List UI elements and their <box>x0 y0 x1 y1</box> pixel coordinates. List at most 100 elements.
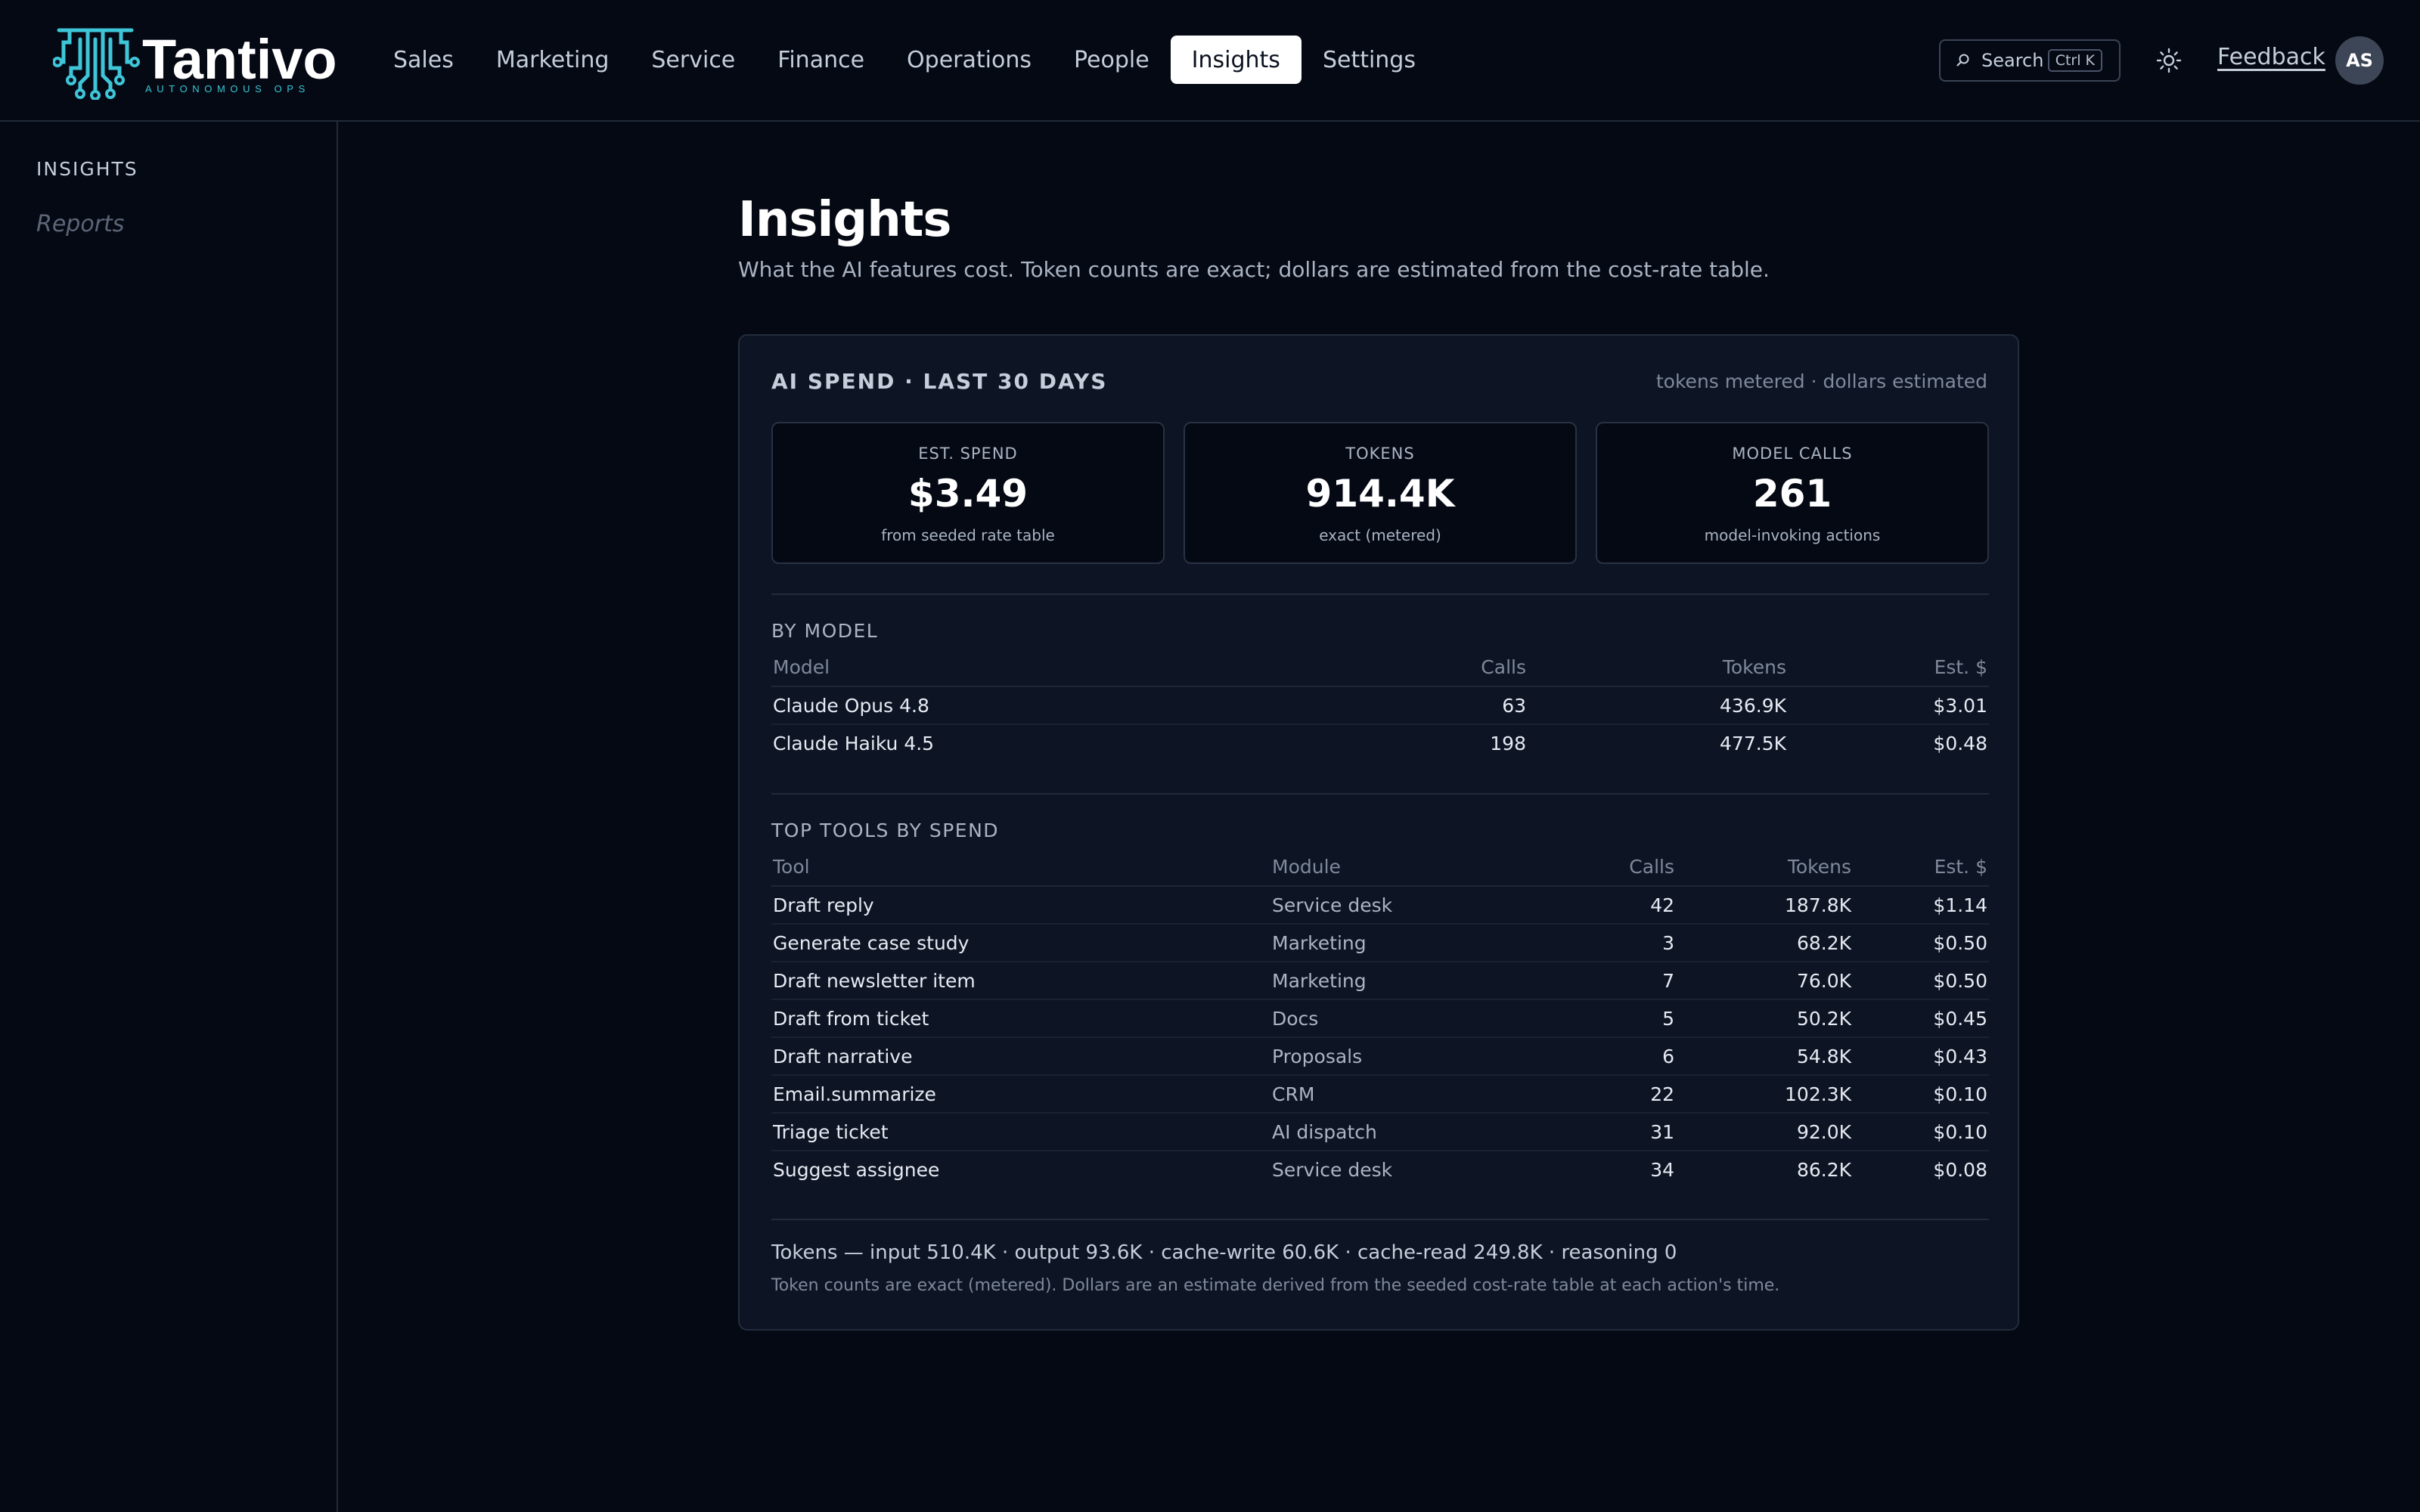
column-header: Module <box>1270 848 1497 887</box>
column-header: Tokens <box>1528 649 1788 687</box>
search-button[interactable]: Search Ctrl K <box>1939 39 2121 82</box>
user-avatar[interactable]: AS <box>2335 36 2384 85</box>
table-row: Generate case study Marketing 3 68.2K $0… <box>771 924 1989 962</box>
kpi-value: $3.49 <box>908 472 1028 516</box>
nav-item-service[interactable]: Service <box>630 36 756 84</box>
tool-name: Draft reply <box>771 886 1270 925</box>
tokens-cell: 50.2K <box>1676 999 1853 1038</box>
nav-item-marketing[interactable]: Marketing <box>475 36 631 84</box>
est-cost-cell: $0.50 <box>1853 924 1989 962</box>
kpi-label: EST. SPEND <box>918 445 1018 463</box>
model-name: Claude Opus 4.8 <box>771 686 1361 725</box>
nav-item-operations[interactable]: Operations <box>886 36 1053 84</box>
tokens-cell: 102.3K <box>1676 1075 1853 1114</box>
kpi-row: EST. SPEND $3.49 from seeded rate table … <box>771 422 1989 564</box>
table-row: Draft reply Service desk 42 187.8K $1.14 <box>771 886 1989 925</box>
brand-logo[interactable]: Tantivo AUTONOMOUS OPS <box>53 23 337 100</box>
module-cell: AI dispatch <box>1270 1113 1497 1151</box>
kpi-tokens: TOKENS 914.4K exact (metered) <box>1184 422 1577 564</box>
est-cost-cell: $0.48 <box>1933 733 1987 754</box>
table-row: Suggest assignee Service desk 34 86.2K $… <box>771 1151 1989 1188</box>
est-cost-cell: $0.50 <box>1853 962 1989 1000</box>
table-row: Draft newsletter item Marketing 7 76.0K … <box>771 962 1989 1000</box>
est-cost-cell: $3.01 <box>1788 686 1989 725</box>
table-header-row: Tool Module Calls Tokens Est. $ <box>771 848 1989 887</box>
tokens-cell: 92.0K <box>1676 1113 1853 1151</box>
nav-item-insights[interactable]: Insights <box>1170 36 1302 84</box>
nav-item-sales[interactable]: Sales <box>372 36 475 84</box>
tool-name: Draft from ticket <box>771 999 1270 1038</box>
feedback-link[interactable]: Feedback <box>2217 44 2325 70</box>
table-row: Email.summarize CRM 22 102.3K $0.10 <box>771 1075 1989 1114</box>
calls-cell: 5 <box>1497 999 1676 1038</box>
card-heading: AI SPEND · LAST 30 DAYS <box>771 369 1108 394</box>
est-cost-cell: $0.43 <box>1853 1037 1989 1076</box>
tokens-cell: 68.2K <box>1676 924 1853 962</box>
est-cost-cell: $0.45 <box>1853 999 1989 1038</box>
divider <box>771 793 1989 795</box>
sun-icon[interactable] <box>2155 47 2183 74</box>
module-cell: Proposals <box>1270 1037 1497 1076</box>
token-breakdown: Tokens — input 510.4K · output 93.6K · c… <box>771 1241 1677 1264</box>
tokens-cell: 436.9K <box>1528 686 1788 725</box>
top-navigation-bar: Tantivo AUTONOMOUS OPS Sales Marketing S… <box>0 0 2420 122</box>
est-cost-cell: $0.10 <box>1853 1113 1989 1151</box>
column-header: Model <box>771 649 1361 687</box>
kpi-value: 261 <box>1752 472 1832 516</box>
tokens-cell: 477.5K <box>1720 733 1786 754</box>
kpi-caption: from seeded rate table <box>881 526 1055 544</box>
table-row: Draft narrative Proposals 6 54.8K $0.43 <box>771 1037 1989 1076</box>
divider <box>771 593 1989 595</box>
tokens-cell: 86.2K <box>1796 1159 1851 1181</box>
kpi-value: 914.4K <box>1305 472 1455 516</box>
sidebar-item-reports[interactable]: Reports <box>36 211 124 237</box>
main-nav: Sales Marketing Service Finance Operatio… <box>372 36 1437 85</box>
search-shortcut-hint: Ctrl K <box>2047 49 2102 72</box>
calls-cell: 3 <box>1497 924 1676 962</box>
table-row: Claude Haiku 4.5 198 477.5K $0.48 <box>771 724 1989 762</box>
by-model-table: Model Calls Tokens Est. $ Claude Opus 4.… <box>771 649 1989 762</box>
kpi-est-spend: EST. SPEND $3.49 from seeded rate table <box>771 422 1165 564</box>
module-cell: Service desk <box>1270 886 1497 925</box>
calls-cell: 34 <box>1650 1159 1674 1181</box>
footnote: Token counts are exact (metered). Dollar… <box>771 1276 1780 1295</box>
table-row: Triage ticket AI dispatch 31 92.0K $0.10 <box>771 1113 1989 1151</box>
nav-item-settings[interactable]: Settings <box>1302 36 1437 84</box>
model-name: Claude Haiku 4.5 <box>773 733 935 754</box>
circuit-t-logo-icon <box>53 28 140 100</box>
divider <box>771 1219 1989 1220</box>
tool-name: Draft newsletter item <box>771 962 1270 1000</box>
sidebar-heading: INSIGHTS <box>36 158 138 180</box>
calls-cell: 31 <box>1497 1113 1676 1151</box>
module-cell: Marketing <box>1270 962 1497 1000</box>
module-cell: Docs <box>1270 999 1497 1038</box>
search-label: Search <box>1981 50 2044 71</box>
column-header: Calls <box>1361 649 1528 687</box>
table-row: Draft from ticket Docs 5 50.2K $0.45 <box>771 999 1989 1038</box>
page-title: Insights <box>738 192 951 248</box>
tool-name: Generate case study <box>771 924 1270 962</box>
nav-item-finance[interactable]: Finance <box>756 36 886 84</box>
est-cost-cell: $1.14 <box>1853 886 1989 925</box>
nav-item-people[interactable]: People <box>1053 36 1171 84</box>
card-note: tokens metered · dollars estimated <box>1655 370 1987 392</box>
tool-name: Draft narrative <box>771 1037 1270 1076</box>
tokens-cell: 187.8K <box>1676 886 1853 925</box>
sidebar: INSIGHTS Reports <box>0 122 338 1512</box>
brand-tagline: AUTONOMOUS OPS <box>145 83 310 94</box>
tokens-cell: 76.0K <box>1676 962 1853 1000</box>
module-cell: CRM <box>1270 1075 1497 1114</box>
by-model-title: BY MODEL <box>771 620 879 642</box>
table-row: Claude Opus 4.8 63 436.9K $3.01 <box>771 686 1989 725</box>
module-cell: Service desk <box>1272 1159 1393 1181</box>
top-tools-title: TOP TOOLS BY SPEND <box>771 820 1000 841</box>
est-cost-cell: $0.08 <box>1933 1159 1987 1181</box>
calls-cell: 63 <box>1361 686 1528 725</box>
column-header: Tokens <box>1676 848 1853 887</box>
calls-cell: 198 <box>1490 733 1526 754</box>
kpi-model-calls: MODEL CALLS 261 model-invoking actions <box>1596 422 1989 564</box>
column-header: Est. $ <box>1853 848 1989 887</box>
column-header: Est. $ <box>1788 649 1989 687</box>
column-header: Calls <box>1497 848 1676 887</box>
tool-name: Suggest assignee <box>773 1159 940 1181</box>
